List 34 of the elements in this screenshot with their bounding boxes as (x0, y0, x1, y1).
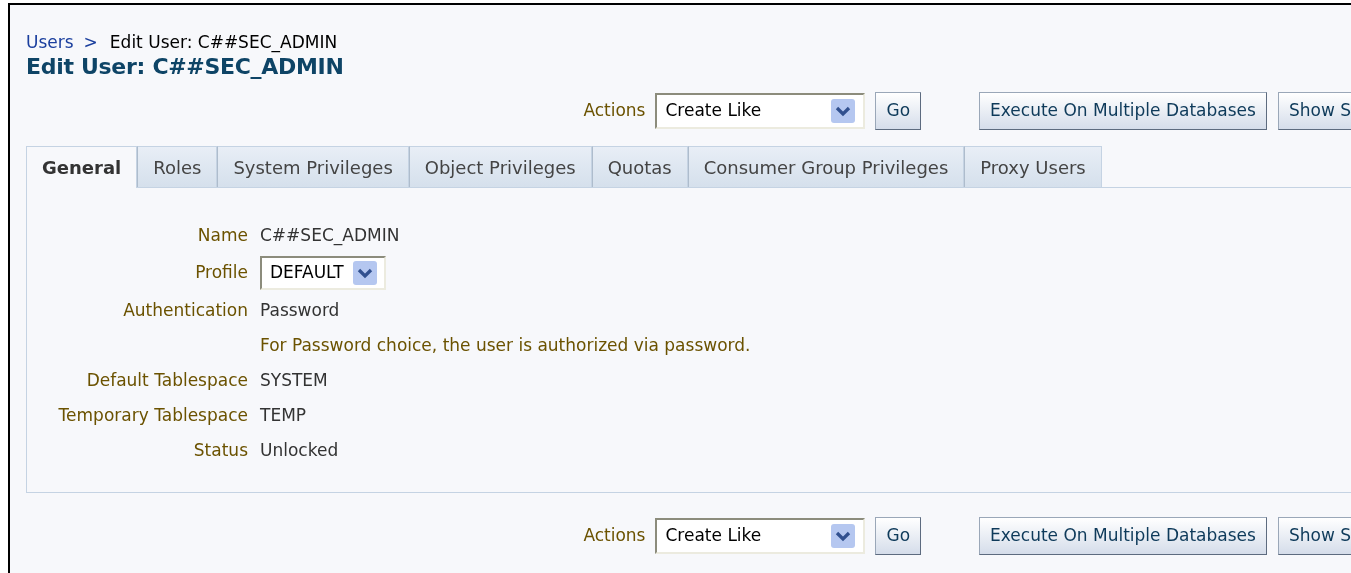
actions-label: Actions (583, 99, 646, 123)
tab[interactable]: Quotas (591, 146, 688, 187)
breadcrumb-link[interactable]: Users (26, 31, 74, 53)
breadcrumb-current: Edit User: C##SEC_ADMIN (109, 31, 338, 53)
actions-select[interactable]: Create Like (655, 93, 866, 129)
tab[interactable]: Consumer Group Privileges (687, 146, 965, 187)
hint-text: For Password choice, the user is authorized via password. (260, 333, 751, 357)
field-value: SYSTEM (260, 368, 328, 392)
actions-label: Actions (583, 524, 646, 548)
field-label: Authentication (123, 299, 248, 320)
field-value: C##SEC_ADMIN (260, 223, 400, 248)
field-label: Name (197, 224, 248, 245)
field-label: Default Tablespace (86, 369, 248, 390)
go-button[interactable]: Go (875, 92, 922, 130)
tab[interactable]: Proxy Users (964, 146, 1102, 187)
field-value: Unlocked (260, 438, 339, 462)
profile-select[interactable]: DEFAULT (260, 256, 386, 290)
field-label: Temporary Tablespace (58, 404, 248, 425)
page-title: Edit User: C##SEC_ADMIN (26, 53, 345, 81)
tab[interactable]: Object Privileges (408, 146, 592, 187)
execute-button[interactable]: Execute On Multiple Databases (979, 517, 1267, 555)
field-label: Status (193, 439, 248, 460)
field-value: TEMP (260, 403, 307, 427)
tab[interactable]: Roles (137, 146, 218, 187)
tab[interactable]: General (26, 146, 138, 188)
field-value: Password (260, 298, 340, 322)
actions-select[interactable]: Create Like (655, 518, 866, 554)
breadcrumb-separator: > (83, 31, 98, 53)
tab[interactable]: System Privileges (217, 146, 409, 187)
show-button[interactable]: Show S (1277, 92, 1351, 130)
show-button[interactable]: Show S (1277, 517, 1351, 555)
field-label: Profile (195, 262, 248, 283)
go-button[interactable]: Go (875, 517, 922, 555)
execute-button[interactable]: Execute On Multiple Databases (979, 92, 1267, 130)
